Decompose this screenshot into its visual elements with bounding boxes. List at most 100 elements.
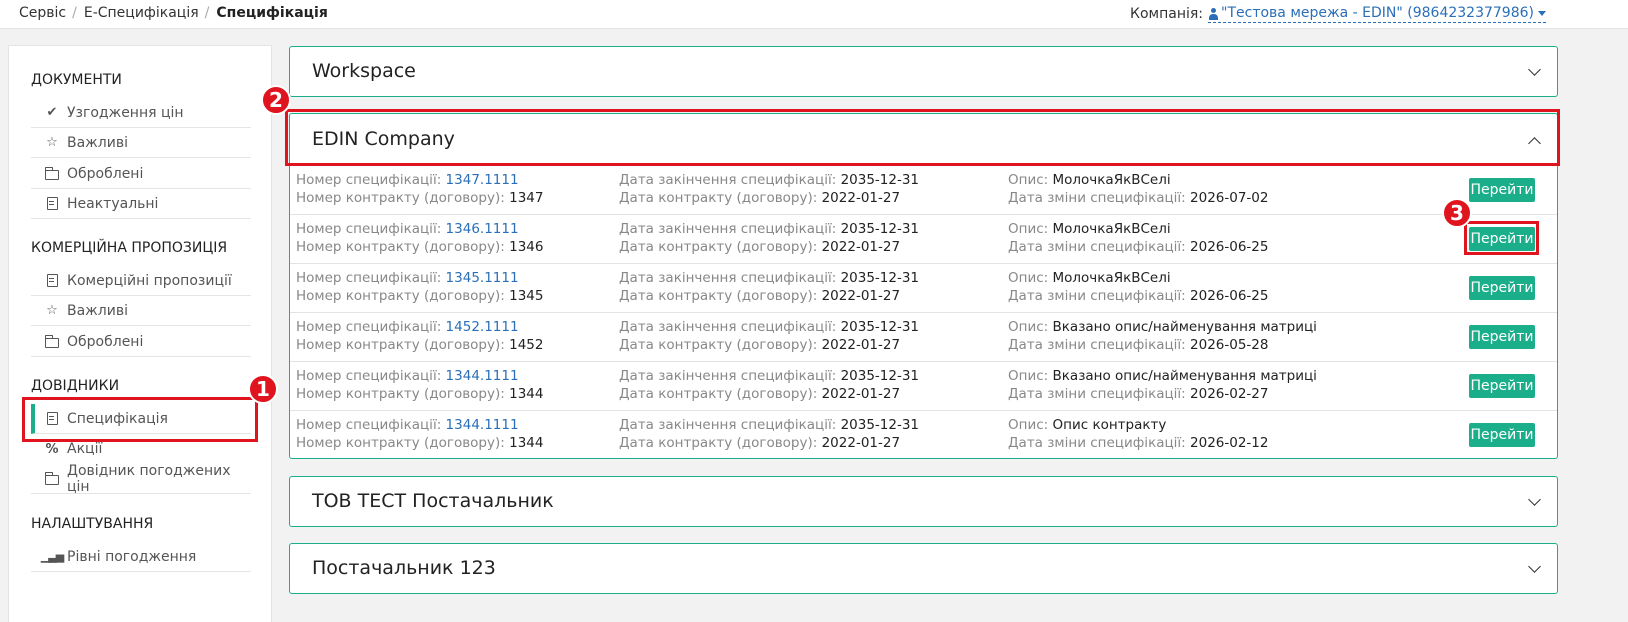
company-dropdown[interactable]: "Тестова мережа - EDIN" (9864232377986) (1208, 5, 1546, 23)
contract-number-value: 1347 (509, 190, 544, 206)
contract-date-label: Дата контракту (договору): (619, 337, 818, 353)
chevron-down-icon[interactable] (1528, 493, 1541, 506)
sidebar-item-important-offers[interactable]: ☆ Важливі (31, 296, 251, 326)
annotation-badge-1: 1 (248, 374, 278, 404)
annotation-badge-3: 3 (1442, 198, 1472, 228)
description-cell: Опис: МолочкаЯкВСелі (1008, 270, 1171, 286)
chevron-down-icon[interactable] (1528, 560, 1541, 573)
percent-icon: % (45, 441, 59, 457)
spec-row: Номер специфікації: 1345.1111 Номер контр… (290, 263, 1557, 312)
contract-number-cell: Номер контракту (договору): 1452 (296, 337, 543, 353)
panel-tov-test-supplier[interactable]: ТОВ ТЕСТ Постачальник (289, 476, 1558, 527)
go-button[interactable]: Перейти (1469, 423, 1535, 447)
contract-number-label: Номер контракту (договору): (296, 337, 505, 353)
sidebar-item-label: Комерційні пропозиції (67, 272, 232, 289)
end-date-value: 2035-12-31 (840, 270, 920, 286)
spec-number-value[interactable]: 1347.1111 (446, 172, 519, 188)
description-label: Опис: (1008, 368, 1049, 384)
chevron-down-icon[interactable] (1528, 63, 1541, 76)
contract-number-value: 1345 (509, 288, 544, 304)
change-date-cell: Дата зміни специфікації: 2026-06-25 (1008, 239, 1269, 255)
description-cell: Опис: Вказано опис/найменування матриці (1008, 368, 1317, 384)
spec-number-label: Номер специфікації: (296, 270, 442, 286)
go-button[interactable]: Перейти (1469, 374, 1535, 398)
folder-icon (44, 334, 59, 349)
sidebar-item-approval-levels[interactable]: ▁▃▅ Рівні погодження (31, 542, 251, 572)
sidebar-item-label: Неактуальні (67, 195, 159, 212)
company-label: Компанія: (1130, 6, 1204, 22)
sidebar-item-label: Довідник погоджених цін (67, 462, 231, 495)
file-icon (45, 274, 59, 288)
spec-number-label: Номер специфікації: (296, 368, 442, 384)
spec-number-value[interactable]: 1344.1111 (446, 417, 519, 433)
sidebar-item-processed-offers[interactable]: Оброблені (31, 327, 251, 357)
contract-number-value: 1452 (509, 337, 544, 353)
contract-number-label: Номер контракту (договору): (296, 288, 505, 304)
change-date-value: 2026-02-27 (1190, 386, 1269, 402)
spec-number-cell: Номер специфікації: 1344.1111 (296, 417, 519, 433)
contract-date-value: 2022-01-27 (821, 337, 901, 353)
sidebar-item-important[interactable]: ☆ Важливі (31, 128, 251, 158)
spec-row: Номер специфікації: 1346.1111 Номер контр… (290, 214, 1557, 263)
go-button[interactable]: Перейти (1469, 325, 1535, 349)
change-date-label: Дата зміни специфікації: (1008, 435, 1186, 451)
spec-number-value[interactable]: 1346.1111 (446, 221, 519, 237)
breadcrumb-e-spec[interactable]: Е-Специфікація (84, 5, 199, 21)
change-date-cell: Дата зміни специфікації: 2026-05-28 (1008, 337, 1269, 353)
folder-open-icon (44, 471, 59, 486)
spec-number-label: Номер специфікації: (296, 221, 442, 237)
spec-number-label: Номер специфікації: (296, 172, 442, 188)
end-date-label: Дата закінчення специфікації: (619, 221, 837, 237)
folder-icon (44, 166, 59, 181)
panel-title: Постачальник 123 (312, 557, 496, 579)
end-date-label: Дата закінчення специфікації: (619, 417, 837, 433)
sidebar-item-label: Акції (67, 441, 103, 457)
breadcrumb-current: Специфікація (216, 5, 328, 21)
spec-number-cell: Номер специфікації: 1345.1111 (296, 270, 519, 286)
panel-title: Workspace (312, 60, 416, 82)
description-cell: Опис: МолочкаЯкВСелі (1008, 221, 1171, 237)
end-date-cell: Дата закінчення специфікації: 2035-12-31 (619, 172, 919, 188)
spec-number-value[interactable]: 1345.1111 (446, 270, 519, 286)
spec-number-cell: Номер специфікації: 1346.1111 (296, 221, 519, 237)
sidebar-section-title: НАЛАШТУВАННЯ (31, 516, 154, 532)
spec-number-cell: Номер специфікації: 1452.1111 (296, 319, 519, 335)
spec-number-value[interactable]: 1344.1111 (446, 368, 519, 384)
sidebar-item-specification[interactable]: Специфікація (31, 404, 251, 434)
sidebar-item-processed[interactable]: Оброблені (31, 159, 251, 189)
go-button[interactable]: Перейти (1469, 227, 1535, 251)
description-cell: Опис: МолочкаЯкВСелі (1008, 172, 1171, 188)
change-date-value: 2026-05-28 (1190, 337, 1269, 353)
spec-row: Номер специфікації: 1347.1111 Номер контр… (290, 165, 1557, 214)
contract-number-value: 1344 (509, 386, 544, 402)
sidebar-section-title: КОМЕРЦІЙНА ПРОПОЗИЦІЯ (31, 240, 228, 256)
star-icon: ☆ (46, 135, 58, 150)
sidebar-item-approved-prices[interactable]: Довідник погоджених цін (31, 462, 251, 495)
panel-supplier-123[interactable]: Постачальник 123 (289, 543, 1558, 594)
sidebar-item-irrelevant[interactable]: Неактуальні (31, 189, 251, 219)
change-date-label: Дата зміни специфікації: (1008, 337, 1186, 353)
go-button[interactable]: Перейти (1469, 178, 1535, 202)
sidebar-item-commercial-offers[interactable]: Комерційні пропозиції (31, 266, 251, 296)
end-date-value: 2035-12-31 (840, 319, 920, 335)
sidebar-item-label: Рівні погодження (67, 548, 197, 565)
panel-title: ТОВ ТЕСТ Постачальник (312, 490, 554, 512)
end-date-value: 2035-12-31 (840, 417, 920, 433)
breadcrumb-separator: / (204, 5, 210, 21)
spec-number-label: Номер специфікації: (296, 319, 442, 335)
file-icon (45, 412, 59, 426)
spec-number-cell: Номер специфікації: 1347.1111 (296, 172, 519, 188)
change-date-label: Дата зміни специфікації: (1008, 386, 1186, 402)
end-date-cell: Дата закінчення специфікації: 2035-12-31 (619, 319, 919, 335)
go-button[interactable]: Перейти (1469, 276, 1535, 300)
contract-date-label: Дата контракту (договору): (619, 190, 818, 206)
spec-number-value[interactable]: 1452.1111 (446, 319, 519, 335)
sidebar-item-price-approval[interactable]: ✔ Узгодження цін (31, 98, 251, 128)
sidebar-item-label: Узгодження цін (67, 104, 184, 121)
sidebar-item-promotions[interactable]: % Акції (31, 434, 251, 464)
breadcrumb-service[interactable]: Сервіс (19, 5, 66, 21)
contract-date-cell: Дата контракту (договору): 2022-01-27 (619, 239, 900, 255)
chevron-up-icon[interactable] (1528, 137, 1541, 150)
panel-workspace[interactable]: Workspace (289, 46, 1558, 97)
check-icon: ✔ (46, 105, 58, 120)
